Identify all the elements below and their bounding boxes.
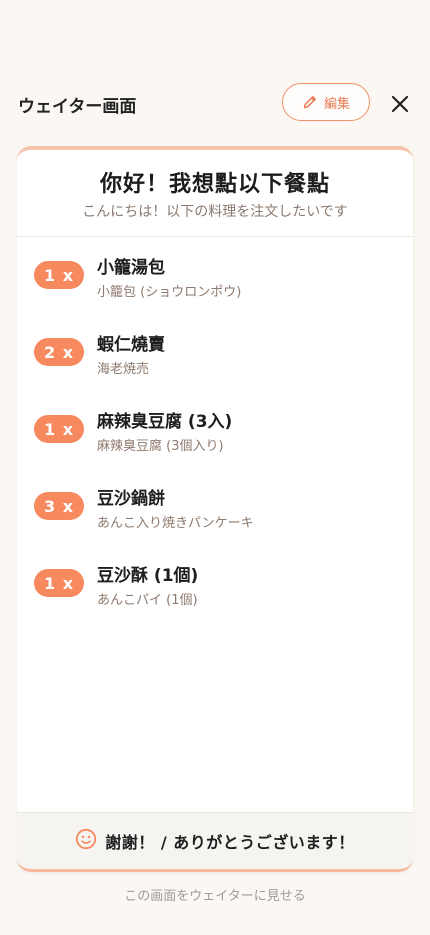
thanks-banner: 謝謝！ / ありがとうございます！: [17, 812, 413, 869]
thanks-text: 謝謝！ / ありがとうございます！: [105, 833, 355, 852]
list-item: 2 x 蝦仁燒賣 海老焼売: [17, 323, 413, 383]
order-card-subtitle: こんにちは！以下の料理を注文したいです: [82, 204, 348, 220]
list-item: 1 x 豆沙酥 (1個) あんこパイ (1個): [17, 554, 413, 614]
edit-button-label: 編集: [323, 96, 350, 112]
item-subtitle: あんこ入り焼きパンケーキ: [97, 516, 254, 531]
quantity-badge: 1 x: [34, 415, 84, 443]
quantity-badge: 1 x: [34, 261, 84, 289]
item-name: 小籠湯包: [97, 258, 165, 278]
item-name: 豆沙酥 (1個): [97, 566, 199, 586]
item-subtitle: 海老焼売: [97, 362, 150, 377]
item-name: 豆沙鍋餅: [97, 489, 165, 509]
item-name: 麻辣臭豆腐 (3入): [97, 412, 233, 432]
order-card: 你好！我想點以下餐點 こんにちは！以下の料理を注文したいです 1 x 小籠湯包 …: [17, 146, 413, 872]
item-subtitle: 麻辣臭豆腐 (3個入り): [97, 439, 224, 454]
close-button[interactable]: [390, 94, 410, 114]
item-name: 蝦仁燒賣: [97, 335, 165, 355]
quantity-badge: 3 x: [34, 492, 84, 520]
edit-button[interactable]: 編集: [282, 83, 370, 121]
order-card-title: 你好！我想點以下餐點: [99, 172, 330, 197]
pencil-icon: [302, 94, 318, 110]
list-item: 1 x 小籠湯包 小籠包 (ショウロンポウ): [17, 246, 413, 306]
footer-note: この画面をウェイターに見せる: [124, 889, 306, 904]
list-item: 3 x 豆沙鍋餅 あんこ入り焼きパンケーキ: [17, 477, 413, 537]
list-item: 1 x 麻辣臭豆腐 (3入) 麻辣臭豆腐 (3個入り): [17, 400, 413, 460]
close-icon: [390, 95, 410, 118]
item-subtitle: あんこパイ (1個): [97, 593, 198, 608]
smile-icon: [75, 828, 97, 854]
item-subtitle: 小籠包 (ショウロンポウ): [97, 285, 242, 300]
header: ウェイター画面 編集: [0, 0, 430, 130]
order-card-header: 你好！我想點以下餐點 こんにちは！以下の料理を注文したいです: [17, 150, 413, 237]
quantity-badge: 2 x: [34, 338, 84, 366]
quantity-badge: 1 x: [34, 569, 84, 597]
page-title: ウェイター画面: [18, 97, 137, 117]
